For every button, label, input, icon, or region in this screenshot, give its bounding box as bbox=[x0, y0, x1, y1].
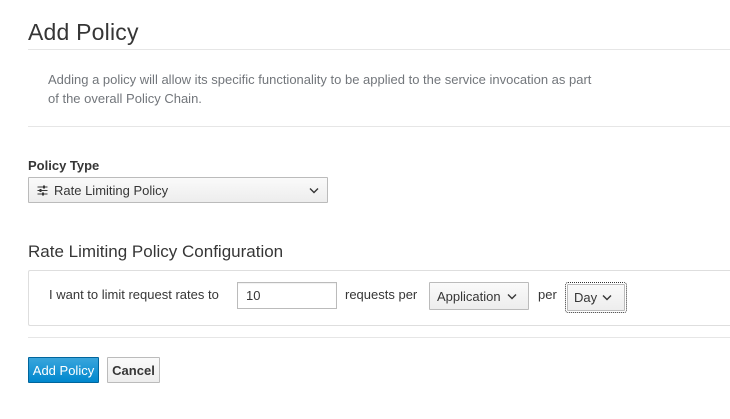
chevron-down-icon bbox=[309, 187, 319, 194]
cancel-button[interactable]: Cancel bbox=[107, 357, 160, 383]
policy-type-select[interactable]: Rate Limiting Policy bbox=[28, 177, 328, 203]
requests-per-text: requests per bbox=[345, 287, 418, 302]
per-text: per bbox=[538, 287, 557, 302]
config-section-title: Rate Limiting Policy Configuration bbox=[28, 242, 284, 261]
config-divider bbox=[28, 337, 730, 338]
add-policy-button[interactable]: Add Policy bbox=[28, 357, 99, 383]
page-description: Adding a policy will allow its specific … bbox=[48, 72, 592, 106]
scope-select[interactable]: Application bbox=[429, 282, 529, 310]
rate-limit-prefix-text: I want to limit request rates to bbox=[49, 287, 219, 302]
rate-limit-input[interactable] bbox=[237, 282, 337, 309]
policy-type-label: Policy Type bbox=[28, 158, 100, 173]
chevron-down-icon bbox=[602, 294, 612, 301]
period-selected-value: Day bbox=[574, 290, 598, 305]
sliders-icon bbox=[37, 185, 48, 196]
policy-type-selected-value: Rate Limiting Policy bbox=[54, 182, 169, 198]
chevron-down-icon bbox=[507, 293, 517, 300]
title-divider bbox=[28, 49, 730, 50]
description-divider bbox=[28, 126, 730, 127]
page-title: Add Policy bbox=[28, 19, 139, 45]
period-select[interactable]: Day bbox=[565, 282, 627, 313]
scope-selected-value: Application bbox=[437, 288, 501, 304]
